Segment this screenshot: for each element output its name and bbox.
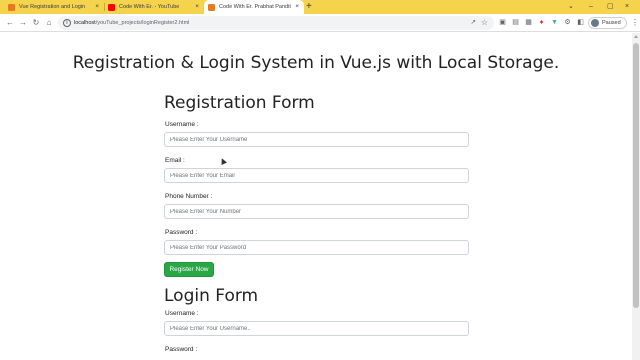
page-scrollbar[interactable] xyxy=(632,33,640,360)
back-arrow-icon[interactable]: ← xyxy=(4,17,16,29)
puzzle-icon[interactable]: ⚙ xyxy=(563,18,572,27)
reg-password-input[interactable] xyxy=(164,240,469,255)
info-icon[interactable]: i xyxy=(63,19,71,27)
url-host: localhost xyxy=(74,20,96,26)
scroll-up-arrow-icon[interactable] xyxy=(634,35,638,38)
reg-username-label: Username : xyxy=(165,121,199,128)
forward-arrow-icon[interactable]: → xyxy=(17,17,29,29)
close-window-icon[interactable]: × xyxy=(625,1,629,13)
extension-icon-3[interactable]: ▦ xyxy=(524,18,533,27)
reg-password-label: Password : xyxy=(165,229,198,236)
scrollbar-thumb[interactable] xyxy=(633,43,639,308)
more-menu-icon[interactable]: ⋮ xyxy=(631,17,639,29)
share-icon[interactable]: ↗ xyxy=(471,19,476,27)
tab-search-chevron-icon[interactable]: ⌄ xyxy=(568,1,574,13)
avatar xyxy=(591,19,599,27)
extension-shield-icon[interactable]: ♦ xyxy=(537,18,546,27)
login-password-label: Password : xyxy=(165,346,198,353)
tab-label: Vue Registration and Login xyxy=(19,4,86,10)
login-username-label: Username : xyxy=(165,310,199,317)
tab-favicon-icon xyxy=(8,3,15,11)
star-icon[interactable]: ☆ xyxy=(481,18,488,28)
register-now-button[interactable]: Register Now xyxy=(164,262,214,277)
reg-email-label: Email : xyxy=(165,157,185,164)
page-heading: Registration & Login System in Vue.js wi… xyxy=(72,53,560,73)
tab-label: Code With Er. Prabhat Pandit xyxy=(219,4,291,10)
profile-status-label: Paused xyxy=(602,20,621,26)
sidebar-icon[interactable]: ◧ xyxy=(576,18,585,27)
tab-favicon-icon xyxy=(208,3,215,11)
reg-phone-input[interactable] xyxy=(164,204,469,219)
reg-username-input[interactable] xyxy=(164,132,469,147)
extension-icon-2[interactable]: ▤ xyxy=(511,18,520,27)
browser-toolbar: ← → ↻ ⌂ i localhost/youTube_projects/log… xyxy=(0,14,640,32)
tab-close-icon[interactable]: × xyxy=(195,3,199,11)
login-form-title: Login Form xyxy=(164,286,259,306)
profile-chip[interactable]: Paused xyxy=(588,17,627,29)
tab-code-with-er-active[interactable]: Code With Er. Prabhat Pandit × xyxy=(204,0,304,14)
tab-close-icon[interactable]: × xyxy=(95,3,99,11)
url-path: /youTube_projects/loginRegister2.html xyxy=(95,20,190,26)
reload-icon[interactable]: ↻ xyxy=(30,17,42,29)
restore-icon[interactable]: ▢ xyxy=(607,1,614,13)
youtube-favicon-icon xyxy=(108,3,115,11)
minimize-icon[interactable]: – xyxy=(589,1,593,13)
tab-close-icon[interactable]: × xyxy=(295,3,299,11)
page-content: Registration & Login System in Vue.js wi… xyxy=(0,33,632,360)
extension-icon-1[interactable]: ▣ xyxy=(498,18,507,27)
login-username-input[interactable] xyxy=(164,321,469,336)
tab-strip: Vue Registration and Login × Code With E… xyxy=(0,0,640,14)
new-tab-button[interactable]: + xyxy=(306,1,312,13)
reg-email-input[interactable] xyxy=(164,168,469,183)
tab-vue-registration[interactable]: Vue Registration and Login × xyxy=(4,0,104,14)
url-text[interactable]: localhost/youTube_projects/loginRegister… xyxy=(74,16,189,30)
home-icon[interactable]: ⌂ xyxy=(43,17,55,29)
reg-phone-label: Phone Number : xyxy=(165,193,213,200)
address-bar[interactable]: i localhost/youTube_projects/loginRegist… xyxy=(58,16,494,30)
vue-devtools-icon[interactable]: ▼ xyxy=(550,18,559,27)
tab-youtube[interactable]: Code With Er. - YouTube × xyxy=(104,0,204,14)
tab-label: Code With Er. - YouTube xyxy=(119,4,180,10)
registration-form-title: Registration Form xyxy=(164,93,315,113)
